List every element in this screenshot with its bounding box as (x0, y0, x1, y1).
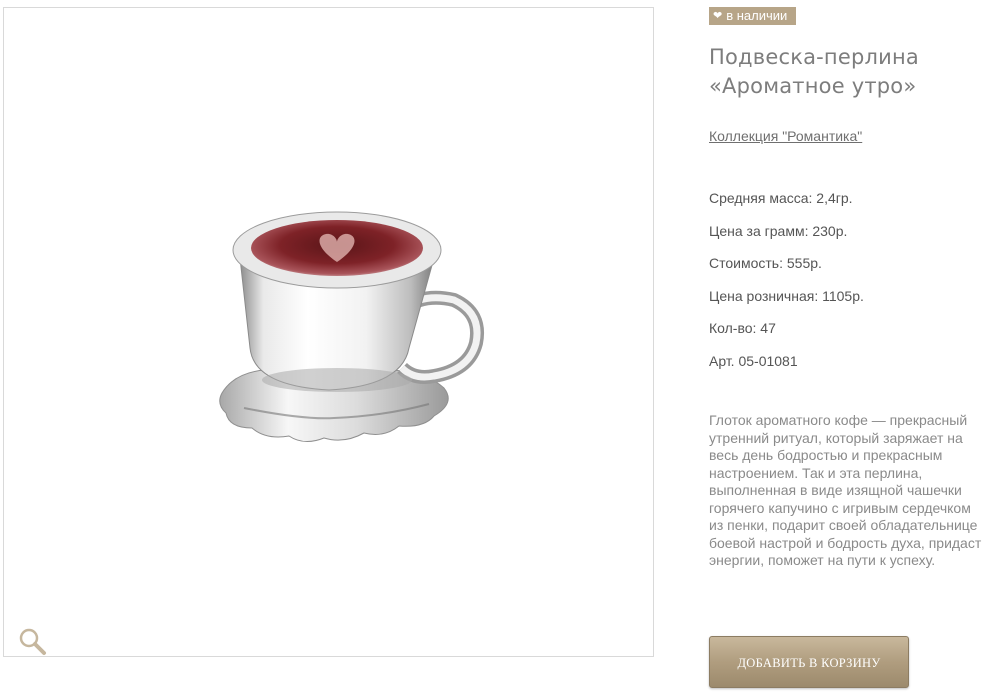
collection-link[interactable]: Коллекция "Романтика" (709, 128, 862, 144)
spec-average-weight: Средняя масса: 2,4гр. (709, 190, 853, 206)
product-title-line1: Подвеска-перлина (709, 45, 919, 69)
spec-retail-price: Цена розничная: 1105р. (709, 287, 864, 304)
heart-icon: ❤ (713, 10, 723, 22)
coffee-enamel (251, 220, 423, 276)
availability-badge: ❤ в наличии (709, 7, 797, 25)
spec-article: Арт. 05-01081 (709, 352, 798, 369)
product-photo[interactable] (4, 8, 653, 656)
product-image-frame[interactable] (3, 7, 654, 657)
spec-price-per-gram: Цена за грамм: 230р. (709, 222, 848, 239)
product-description: Глоток ароматного кофе — прекрасный утре… (709, 412, 982, 568)
spec-cost: Стоимость: 555р. (709, 255, 822, 271)
add-to-cart-button[interactable]: ДОБАВИТЬ В КОРЗИНУ (709, 636, 909, 688)
product-title-line2: «Ароматное утро» (709, 74, 917, 98)
magnifier-icon[interactable] (17, 626, 47, 656)
availability-text: в наличии (726, 8, 788, 23)
product-specs: Средняя масса: 2,4гр. Цена за грамм: 230… (709, 188, 864, 383)
spec-quantity: Кол-во: 47 (709, 320, 776, 336)
product-title: Подвеска-перлина «Ароматное утро» (709, 43, 919, 101)
